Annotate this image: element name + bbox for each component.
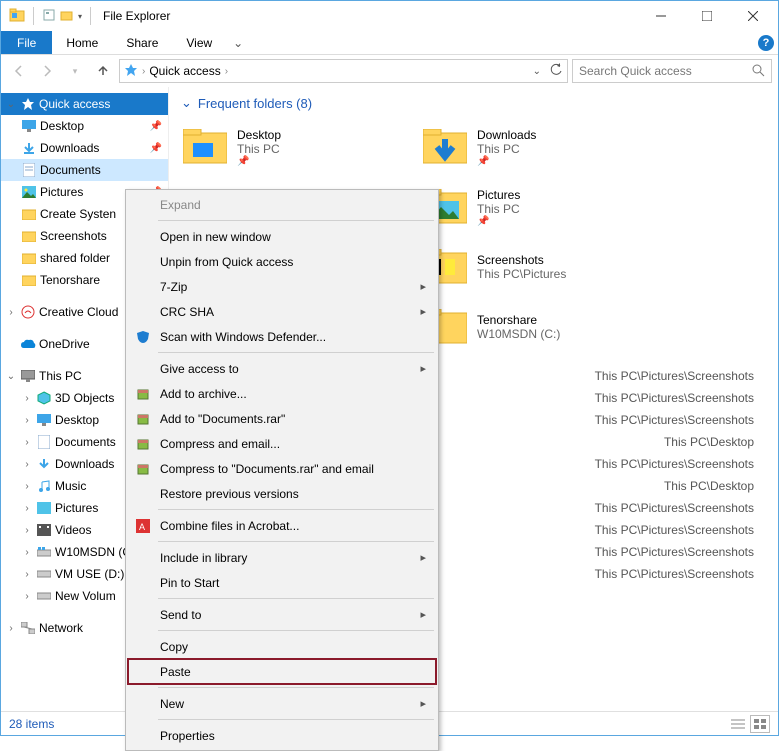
- view-details-button[interactable]: [728, 715, 748, 733]
- chevron-right-icon: ▸: [420, 697, 426, 710]
- chevron-right-icon[interactable]: ›: [142, 66, 145, 77]
- minimize-button[interactable]: [638, 1, 684, 31]
- menu-restore-previous-versions[interactable]: Restore previous versions: [128, 481, 436, 506]
- view-large-icons-button[interactable]: [750, 715, 770, 733]
- group-header-frequent[interactable]: ⌄ Frequent folders (8): [181, 95, 766, 111]
- chevron-right-icon: ▸: [420, 608, 426, 621]
- menu-windows-defender[interactable]: Scan with Windows Defender...: [128, 324, 436, 349]
- chevron-right-icon: ▸: [420, 551, 426, 564]
- menu-new[interactable]: New▸: [128, 691, 436, 716]
- qat-separator: [33, 7, 34, 25]
- qat-newfolder-icon[interactable]: [60, 8, 74, 25]
- qat-dropdown-icon[interactable]: ▾: [78, 12, 82, 21]
- title-bar: ▾ File Explorer: [1, 1, 778, 31]
- menu-send-to[interactable]: Send to▸: [128, 602, 436, 627]
- tile-tenorshare[interactable]: TenorshareW10MSDN (C:): [421, 299, 641, 355]
- chevron-right-icon: ▸: [420, 362, 426, 375]
- menu-unpin-quick-access[interactable]: Unpin from Quick access: [128, 249, 436, 274]
- search-icon[interactable]: [751, 63, 765, 80]
- nav-up-button[interactable]: [91, 59, 115, 83]
- menu-add-to-documents-rar[interactable]: Add to "Documents.rar": [128, 406, 436, 431]
- help-button[interactable]: ?: [754, 31, 778, 54]
- address-dropdown-icon[interactable]: ⌄: [533, 66, 541, 77]
- folder-icon: [181, 123, 229, 171]
- tab-share[interactable]: Share: [112, 31, 172, 54]
- tile-screenshots[interactable]: ScreenshotsThis PC\Pictures: [421, 239, 641, 295]
- nav-downloads[interactable]: Downloads📌: [1, 137, 168, 159]
- qat-separator-2: [90, 7, 91, 25]
- menu-crc-sha[interactable]: CRC SHA▸: [128, 299, 436, 324]
- close-button[interactable]: [730, 1, 776, 31]
- pin-icon: 📌: [477, 156, 536, 167]
- refresh-button[interactable]: [549, 63, 563, 80]
- pin-icon: 📌: [150, 121, 162, 132]
- chevron-right-icon: ▸: [420, 305, 426, 318]
- tab-home[interactable]: Home: [52, 31, 112, 54]
- address-bar[interactable]: › Quick access › ⌄: [119, 59, 568, 83]
- folder-icon: [421, 123, 469, 171]
- chevron-down-icon: ⌄: [181, 95, 192, 111]
- menu-7zip[interactable]: 7-Zip▸: [128, 274, 436, 299]
- address-row: ▾ › Quick access › ⌄ Search Quick access: [1, 55, 778, 87]
- maximize-button[interactable]: [684, 1, 730, 31]
- shield-icon: [134, 328, 152, 346]
- menu-open-new-window[interactable]: Open in new window: [128, 224, 436, 249]
- menu-expand[interactable]: Expand: [128, 192, 436, 217]
- menu-give-access-to[interactable]: Give access to▸: [128, 356, 436, 381]
- nav-back-button[interactable]: [7, 59, 31, 83]
- nav-documents[interactable]: Documents: [1, 159, 168, 181]
- search-input[interactable]: Search Quick access: [572, 59, 772, 83]
- qat-properties-icon[interactable]: [42, 8, 56, 25]
- winrar-icon: [134, 410, 152, 428]
- quick-access-star-icon: [124, 63, 138, 80]
- menu-compress-email[interactable]: Compress and email...: [128, 431, 436, 456]
- acrobat-icon: A: [134, 517, 152, 535]
- nav-quick-access[interactable]: ⌄Quick access: [1, 93, 168, 115]
- svg-text:A: A: [139, 522, 145, 532]
- menu-paste[interactable]: Paste: [128, 659, 436, 684]
- window-title: File Explorer: [103, 9, 170, 23]
- status-item-count: 28 items: [9, 717, 54, 731]
- tile-desktop[interactable]: DesktopThis PC📌: [181, 119, 401, 175]
- tile-pictures[interactable]: PicturesThis PC📌: [421, 179, 641, 235]
- nav-history-dropdown[interactable]: ▾: [63, 59, 87, 83]
- pin-icon: 📌: [477, 216, 520, 227]
- pin-icon: 📌: [237, 156, 281, 167]
- tab-file[interactable]: File: [1, 31, 52, 54]
- context-menu: Expand Open in new window Unpin from Qui…: [125, 189, 439, 751]
- menu-add-to-archive[interactable]: Add to archive...: [128, 381, 436, 406]
- search-placeholder: Search Quick access: [579, 64, 692, 78]
- winrar-icon: [134, 435, 152, 453]
- tile-downloads[interactable]: DownloadsThis PC📌: [421, 119, 641, 175]
- explorer-icon: [9, 7, 25, 26]
- chevron-right-icon: ▸: [420, 280, 426, 293]
- menu-compress-documents-email[interactable]: Compress to "Documents.rar" and email: [128, 456, 436, 481]
- nav-forward-button[interactable]: [35, 59, 59, 83]
- menu-combine-acrobat[interactable]: ACombine files in Acrobat...: [128, 513, 436, 538]
- winrar-icon: [134, 460, 152, 478]
- chevron-right-icon[interactable]: ›: [225, 66, 228, 77]
- menu-pin-to-start[interactable]: Pin to Start: [128, 570, 436, 595]
- ribbon-expand-icon[interactable]: ⌄: [226, 31, 250, 54]
- ribbon-tabs: File Home Share View ⌄ ?: [1, 31, 778, 55]
- menu-copy[interactable]: Copy: [128, 634, 436, 659]
- pin-icon: 📌: [150, 143, 162, 154]
- winrar-icon: [134, 385, 152, 403]
- menu-include-in-library[interactable]: Include in library▸: [128, 545, 436, 570]
- breadcrumb-root[interactable]: Quick access: [149, 64, 220, 78]
- nav-desktop[interactable]: Desktop📌: [1, 115, 168, 137]
- tab-view[interactable]: View: [172, 31, 226, 54]
